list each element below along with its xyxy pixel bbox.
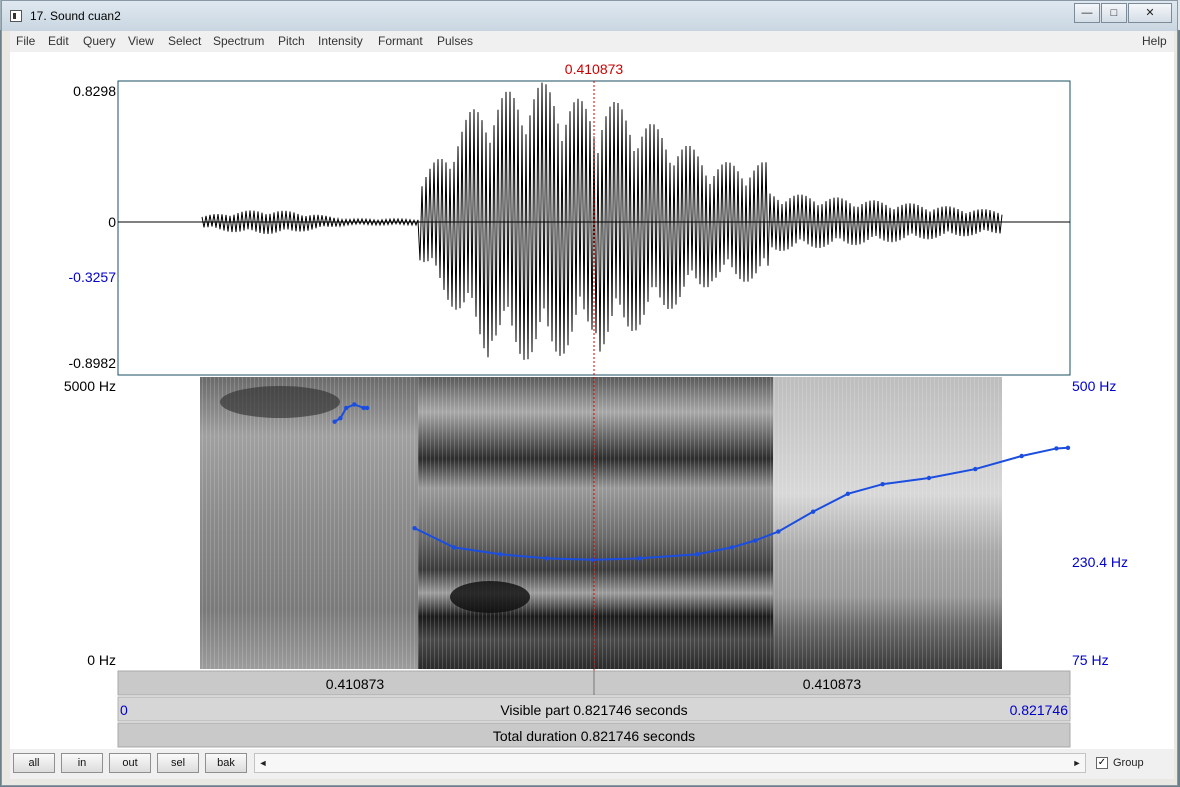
- horizontal-scrollbar[interactable]: ◄ ►: [254, 753, 1086, 773]
- menu-view[interactable]: View: [128, 34, 154, 48]
- editor-canvas[interactable]: 0.410873 0.8298 0 -0.3257 -0.8982 5000 H…: [10, 52, 1174, 749]
- zoom-in-button[interactable]: in: [61, 753, 103, 773]
- pitch-value-label: 230.4 Hz: [1072, 554, 1128, 570]
- pitch-min-label: 75 Hz: [1072, 652, 1109, 668]
- window-title: 17. Sound cuan2: [30, 9, 121, 23]
- pitch-point: [810, 509, 816, 514]
- menu-file[interactable]: File: [16, 34, 35, 48]
- zoom-back-button[interactable]: bak: [205, 753, 247, 773]
- waveform-cursor-value-label: -0.3257: [69, 269, 117, 285]
- spectrogram-max-freq-label: 5000 Hz: [64, 378, 116, 394]
- pitch-point: [412, 525, 417, 531]
- sound-editor-window: 17. Sound cuan2 — □ ✕ File Edit Query Vi…: [1, 0, 1178, 786]
- pitch-point: [845, 491, 851, 496]
- minimize-button[interactable]: —: [1074, 3, 1100, 23]
- pitch-point: [364, 405, 370, 411]
- waveform-zero-label: 0: [108, 214, 116, 230]
- menu-formant[interactable]: Formant: [378, 34, 423, 48]
- group-checkbox-label: Group: [1113, 757, 1144, 769]
- pitch-point: [973, 466, 978, 472]
- pitch-point: [776, 529, 781, 534]
- scroll-left-arrow-icon[interactable]: ◄: [255, 754, 271, 772]
- bottom-toolbar: all in out sel bak ◄ ► ✓ Group: [10, 749, 1174, 779]
- title-bar[interactable]: 17. Sound cuan2 — □ ✕: [2, 1, 1177, 31]
- menu-intensity[interactable]: Intensity: [318, 34, 363, 48]
- visible-start-time: 0: [120, 702, 128, 718]
- cursor-time-label: 0.410873: [565, 61, 624, 77]
- pitch-point: [352, 402, 357, 407]
- pitch-point: [880, 481, 885, 487]
- pitch-point: [332, 419, 337, 424]
- menu-edit[interactable]: Edit: [48, 34, 69, 48]
- pitch-point: [590, 557, 596, 562]
- pitch-point: [338, 416, 343, 421]
- pitch-point: [498, 552, 503, 557]
- pitch-point: [1054, 446, 1059, 451]
- close-button[interactable]: ✕: [1128, 3, 1172, 23]
- zoom-selection-button[interactable]: sel: [157, 753, 199, 773]
- menu-query[interactable]: Query: [83, 34, 116, 48]
- pitch-point: [695, 552, 700, 557]
- visible-end-time: 0.821746: [1010, 702, 1069, 718]
- group-checkbox[interactable]: ✓: [1096, 757, 1108, 769]
- menu-spectrum[interactable]: Spectrum: [213, 34, 264, 48]
- pitch-point: [451, 545, 457, 550]
- zoom-all-button[interactable]: all: [13, 753, 55, 773]
- spectrogram-min-freq-label: 0 Hz: [87, 652, 116, 668]
- zoom-out-button[interactable]: out: [109, 753, 151, 773]
- pitch-point: [344, 405, 349, 411]
- menu-select[interactable]: Select: [168, 34, 201, 48]
- total-duration-label: Total duration 0.821746 seconds: [493, 728, 695, 744]
- waveform-min-label: -0.8982: [69, 355, 117, 371]
- window-app-icon: [10, 10, 22, 22]
- spectrogram: [200, 377, 1002, 669]
- visible-part-label: Visible part 0.821746 seconds: [500, 702, 687, 718]
- menu-bar: File Edit Query View Select Spectrum Pit…: [10, 31, 1174, 53]
- pitch-max-label: 500 Hz: [1072, 378, 1116, 394]
- pitch-point: [1065, 445, 1071, 450]
- pitch-point: [926, 475, 932, 481]
- menu-pitch[interactable]: Pitch: [278, 34, 305, 48]
- menu-help[interactable]: Help: [1142, 34, 1167, 48]
- scroll-right-arrow-icon[interactable]: ►: [1069, 754, 1085, 772]
- left-segment-duration[interactable]: 0.410873: [326, 676, 385, 692]
- menu-pulses[interactable]: Pulses: [437, 34, 473, 48]
- right-segment-duration[interactable]: 0.410873: [803, 676, 862, 692]
- waveform-max-label: 0.8298: [73, 83, 116, 99]
- pitch-point: [544, 556, 549, 561]
- editor-content: 0.410873 0.8298 0 -0.3257 -0.8982 5000 H…: [10, 52, 1174, 749]
- maximize-button[interactable]: □: [1101, 3, 1127, 23]
- pitch-point: [637, 556, 642, 561]
- pitch-point: [752, 538, 758, 543]
- pitch-point: [729, 545, 735, 550]
- pitch-point: [1019, 453, 1024, 459]
